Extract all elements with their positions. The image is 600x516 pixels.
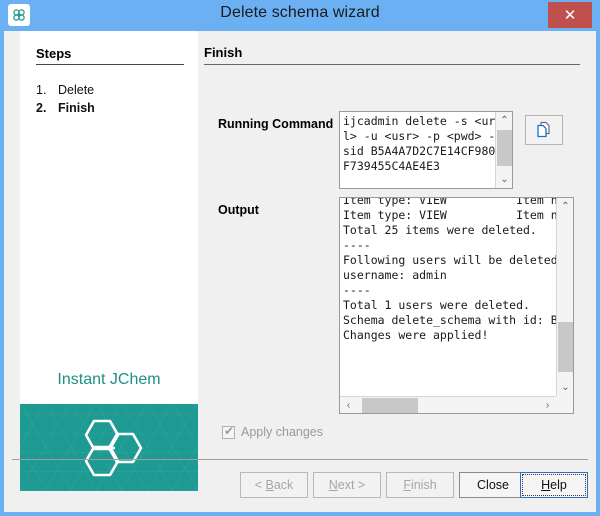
apply-changes-label: Apply changes: [241, 425, 324, 439]
output-label: Output: [218, 203, 259, 217]
output-textarea[interactable]: Item type: VIEW Item nam Item type: VIEW…: [339, 197, 574, 414]
step-label: Delete: [58, 83, 95, 97]
running-command-label: Running Command: [218, 117, 334, 131]
back-button[interactable]: < Back: [240, 472, 308, 498]
step-label: Finish: [58, 101, 95, 115]
close-button[interactable]: Close: [459, 472, 527, 498]
step-item-delete: 1. Delete: [36, 83, 94, 97]
scrollbar-thumb[interactable]: [362, 398, 418, 413]
copy-to-clipboard-button[interactable]: [525, 115, 563, 145]
steps-heading: Steps: [36, 46, 72, 61]
help-button[interactable]: Help: [520, 472, 588, 498]
step-item-finish: 2. Finish: [36, 101, 95, 115]
next-button[interactable]: Next >: [313, 472, 381, 498]
scroll-down-icon[interactable]: ⌄: [557, 379, 573, 396]
step-number: 1.: [36, 83, 47, 97]
finish-button[interactable]: Finish: [386, 472, 454, 498]
scroll-left-icon[interactable]: ‹: [340, 397, 357, 413]
running-command-text: ijcadmin delete -s <ur l> -u <usr> -p <p…: [343, 114, 496, 173]
scrollbar-thumb[interactable]: [497, 130, 512, 166]
scrollbar-corner: [556, 396, 573, 413]
window-title: Delete schema wizard: [220, 4, 380, 21]
back-button-label: < Back: [254, 478, 294, 492]
step-number: 2.: [36, 101, 47, 115]
section-title: Finish: [204, 45, 243, 60]
footer-bar: < Back Next > Finish Close Help: [4, 460, 596, 512]
copy-pages-icon: [537, 121, 550, 138]
scroll-up-icon[interactable]: ⌃: [496, 112, 512, 129]
scroll-right-icon[interactable]: ›: [539, 397, 556, 413]
checkbox-box[interactable]: ✔: [222, 423, 235, 439]
output-horizontal-scrollbar[interactable]: ‹ ›: [340, 396, 556, 413]
dialog-body: Steps 1. Delete 2. Finish Instant JChem: [4, 31, 596, 512]
output-text: Item type: VIEW Item nam Item type: VIEW…: [343, 197, 571, 342]
window-bottom-edge: [0, 512, 600, 516]
scroll-down-icon[interactable]: ⌄: [496, 171, 512, 188]
brand-name: Instant JChem: [57, 371, 161, 388]
title-bar: Delete schema wizard ✕: [0, 0, 600, 31]
steps-panel: Steps 1. Delete 2. Finish Instant JChem: [20, 31, 198, 491]
scrollbar-thumb[interactable]: [558, 322, 573, 372]
help-button-label: Help: [541, 478, 567, 492]
content-panel: Finish Running Command ijcadmin delete -…: [200, 31, 596, 458]
running-command-textarea[interactable]: ijcadmin delete -s <ur l> -u <usr> -p <p…: [339, 111, 513, 189]
finish-button-label: Finish: [403, 478, 437, 492]
close-window-button[interactable]: ✕: [548, 2, 592, 28]
next-button-label: Next >: [328, 478, 366, 492]
running-command-vertical-scrollbar[interactable]: ⌃ ⌄: [495, 112, 512, 188]
steps-heading-divider: [36, 64, 184, 65]
scroll-up-icon[interactable]: ⌃: [557, 198, 573, 215]
output-vertical-scrollbar[interactable]: ⌃ ⌄: [556, 198, 573, 396]
apply-changes-checkbox[interactable]: ✔ Apply changes: [222, 423, 324, 439]
dialog-window: Delete schema wizard ✕ Steps 1. Delete 2.…: [0, 0, 600, 516]
checkmark-icon: ✔: [224, 423, 235, 438]
section-title-divider: [204, 64, 580, 65]
